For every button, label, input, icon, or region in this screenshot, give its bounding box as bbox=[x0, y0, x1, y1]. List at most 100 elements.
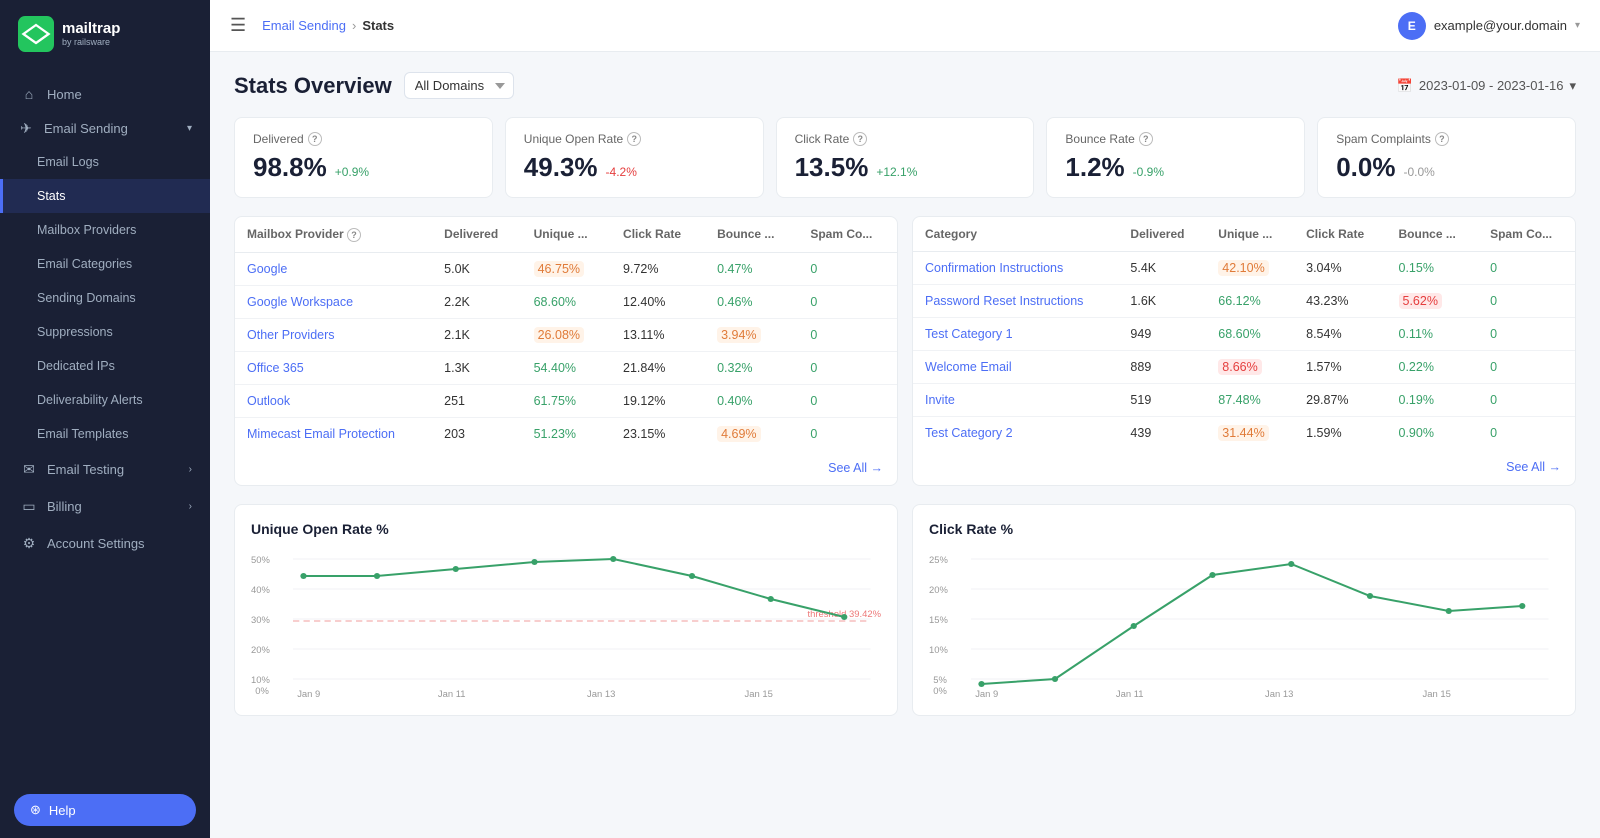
kpi-bounce-rate-value: 1.2% bbox=[1065, 152, 1124, 183]
cell-cat-spam: 0 bbox=[1478, 285, 1575, 318]
cell-cat-unique: 66.12% bbox=[1206, 285, 1294, 318]
sidebar-item-billing[interactable]: ▭ Billing › bbox=[0, 488, 210, 525]
svg-text:0%: 0% bbox=[255, 686, 269, 696]
cell-cat-spam: 0 bbox=[1478, 252, 1575, 285]
col-cat-click: Click Rate bbox=[1294, 217, 1386, 252]
sidebar-item-home-label: Home bbox=[47, 87, 82, 102]
topbar-right: E example@your.domain ▾ bbox=[1398, 12, 1580, 40]
cell-name: Google Workspace bbox=[235, 285, 432, 318]
cell-unique: 26.08% bbox=[522, 318, 611, 351]
col-cat-delivered: Delivered bbox=[1118, 217, 1206, 252]
help-label: Help bbox=[49, 803, 76, 818]
svg-text:Jan 13: Jan 13 bbox=[1265, 689, 1293, 699]
col-bounce: Bounce ... bbox=[705, 217, 798, 252]
kpi-spam-complaints-change: -0.0% bbox=[1403, 165, 1434, 179]
click-rate-chart-area: 25% 20% 15% 10% 5% 0% bbox=[929, 549, 1559, 699]
table-row: Test Category 1 949 68.60% 8.54% 0.11% 0 bbox=[913, 318, 1575, 351]
date-range-picker[interactable]: 📅 2023-01-09 - 2023-01-16 ▾ bbox=[1397, 78, 1576, 94]
col-click-rate: Click Rate bbox=[611, 217, 705, 252]
breadcrumb-separator: › bbox=[352, 18, 356, 33]
svg-text:10%: 10% bbox=[251, 675, 270, 685]
cell-category-name: Confirmation Instructions bbox=[913, 252, 1118, 285]
kpi-delivered-label: Delivered ? bbox=[253, 132, 474, 146]
sidebar-item-account-settings[interactable]: ⚙ Account Settings bbox=[0, 525, 210, 562]
mailbox-providers-table: Mailbox Provider ? Delivered Unique ... … bbox=[235, 217, 897, 450]
kpi-spam-complaints-info[interactable]: ? bbox=[1435, 132, 1449, 146]
cell-cat-spam: 0 bbox=[1478, 318, 1575, 351]
sidebar-item-email-testing[interactable]: ✉ Email Testing › bbox=[0, 451, 210, 488]
kpi-delivered-change: +0.9% bbox=[335, 165, 369, 179]
topbar: ☰ Email Sending › Stats E example@your.d… bbox=[210, 0, 1600, 52]
kpi-click-rate-value: 13.5% bbox=[795, 152, 869, 183]
cell-spam: 0 bbox=[798, 351, 897, 384]
cell-delivered: 1.3K bbox=[432, 351, 521, 384]
kpi-unique-open-rate-value: 49.3% bbox=[524, 152, 598, 183]
cell-click: 12.40% bbox=[611, 285, 705, 318]
cell-name: Mimecast Email Protection bbox=[235, 417, 432, 450]
user-email: example@your.domain bbox=[1434, 18, 1567, 33]
sidebar-item-email-categories[interactable]: Email Categories bbox=[0, 247, 210, 281]
table-row: Welcome Email 889 8.66% 1.57% 0.22% 0 bbox=[913, 351, 1575, 384]
svg-text:Jan 11: Jan 11 bbox=[438, 689, 466, 699]
help-icon: ⊛ bbox=[30, 802, 41, 818]
cell-cat-delivered: 519 bbox=[1118, 384, 1206, 417]
sidebar-item-email-logs[interactable]: Email Logs bbox=[0, 145, 210, 179]
sidebar-item-home[interactable]: ⌂ Home bbox=[0, 76, 210, 112]
open-rate-chart-area: threshold 39.42% 50% 40% 30% 20% 10% 0% bbox=[251, 549, 881, 699]
sidebar-item-email-sending[interactable]: ✈ Email Sending ▾ bbox=[0, 112, 210, 145]
cell-cat-click: 1.57% bbox=[1294, 351, 1386, 384]
svg-text:50%: 50% bbox=[251, 555, 270, 565]
mailbox-provider-info-icon[interactable]: ? bbox=[347, 228, 361, 242]
email-sending-icon: ✈ bbox=[18, 120, 34, 137]
sidebar-item-sending-domains[interactable]: Sending Domains bbox=[0, 281, 210, 315]
cell-category-name: Test Category 1 bbox=[913, 318, 1118, 351]
chevron-down-icon: ▾ bbox=[187, 123, 192, 134]
svg-text:Jan 9: Jan 9 bbox=[975, 689, 998, 699]
stats-header: Stats Overview All Domains 📅 2023-01-09 … bbox=[234, 72, 1576, 99]
cell-click: 21.84% bbox=[611, 351, 705, 384]
kpi-bounce-rate-change: -0.9% bbox=[1133, 165, 1164, 179]
mailbox-see-all-link[interactable]: See All → bbox=[828, 461, 883, 475]
kpi-unique-open-rate-label: Unique Open Rate ? bbox=[524, 132, 745, 146]
table-row: Invite 519 87.48% 29.87% 0.19% 0 bbox=[913, 384, 1575, 417]
sidebar-item-dedicated-ips-label: Dedicated IPs bbox=[37, 359, 115, 373]
sidebar-item-email-templates[interactable]: Email Templates bbox=[0, 417, 210, 451]
hamburger-icon[interactable]: ☰ bbox=[230, 15, 246, 36]
date-range-chevron: ▾ bbox=[1569, 78, 1576, 94]
sidebar-item-stats[interactable]: Stats bbox=[0, 179, 210, 213]
cell-cat-bounce: 0.15% bbox=[1387, 252, 1479, 285]
kpi-delivered-info[interactable]: ? bbox=[308, 132, 322, 146]
table-row: Password Reset Instructions 1.6K 66.12% … bbox=[913, 285, 1575, 318]
help-button[interactable]: ⊛ Help bbox=[14, 794, 196, 826]
sidebar-item-mailbox-providers[interactable]: Mailbox Providers bbox=[0, 213, 210, 247]
cell-category-name: Test Category 2 bbox=[913, 417, 1118, 450]
open-rate-chart-card: Unique Open Rate % threshold 39.42% 50% bbox=[234, 504, 898, 716]
stats-title-row: Stats Overview All Domains bbox=[234, 72, 514, 99]
sidebar-item-suppressions[interactable]: Suppressions bbox=[0, 315, 210, 349]
sidebar-item-dedicated-ips[interactable]: Dedicated IPs bbox=[0, 349, 210, 383]
svg-text:Jan 15: Jan 15 bbox=[1423, 689, 1451, 699]
user-menu-chevron[interactable]: ▾ bbox=[1575, 20, 1580, 31]
kpi-delivered: Delivered ? 98.8% +0.9% bbox=[234, 117, 493, 198]
kpi-click-rate-info[interactable]: ? bbox=[853, 132, 867, 146]
settings-icon: ⚙ bbox=[21, 535, 37, 552]
sidebar-item-deliverability-alerts-label: Deliverability Alerts bbox=[37, 393, 143, 407]
logo: mailtrap by railsware bbox=[0, 0, 210, 68]
category-see-all-link[interactable]: See All → bbox=[1506, 460, 1561, 474]
svg-text:30%: 30% bbox=[251, 615, 270, 625]
chevron-right-icon-billing: › bbox=[189, 501, 192, 512]
sidebar-item-sending-domains-label: Sending Domains bbox=[37, 291, 136, 305]
col-mailbox-provider: Mailbox Provider ? bbox=[235, 217, 432, 252]
cell-unique: 61.75% bbox=[522, 384, 611, 417]
sidebar-item-deliverability-alerts[interactable]: Deliverability Alerts bbox=[0, 383, 210, 417]
breadcrumb-parent[interactable]: Email Sending bbox=[262, 18, 346, 33]
cell-cat-delivered: 439 bbox=[1118, 417, 1206, 450]
tables-row: Mailbox Provider ? Delivered Unique ... … bbox=[234, 216, 1576, 486]
kpi-unique-open-rate-info[interactable]: ? bbox=[627, 132, 641, 146]
domain-select[interactable]: All Domains bbox=[404, 72, 514, 99]
cell-category-name: Password Reset Instructions bbox=[913, 285, 1118, 318]
sidebar-item-email-categories-label: Email Categories bbox=[37, 257, 132, 271]
kpi-bounce-rate-info[interactable]: ? bbox=[1139, 132, 1153, 146]
cell-cat-click: 3.04% bbox=[1294, 252, 1386, 285]
cell-delivered: 251 bbox=[432, 384, 521, 417]
